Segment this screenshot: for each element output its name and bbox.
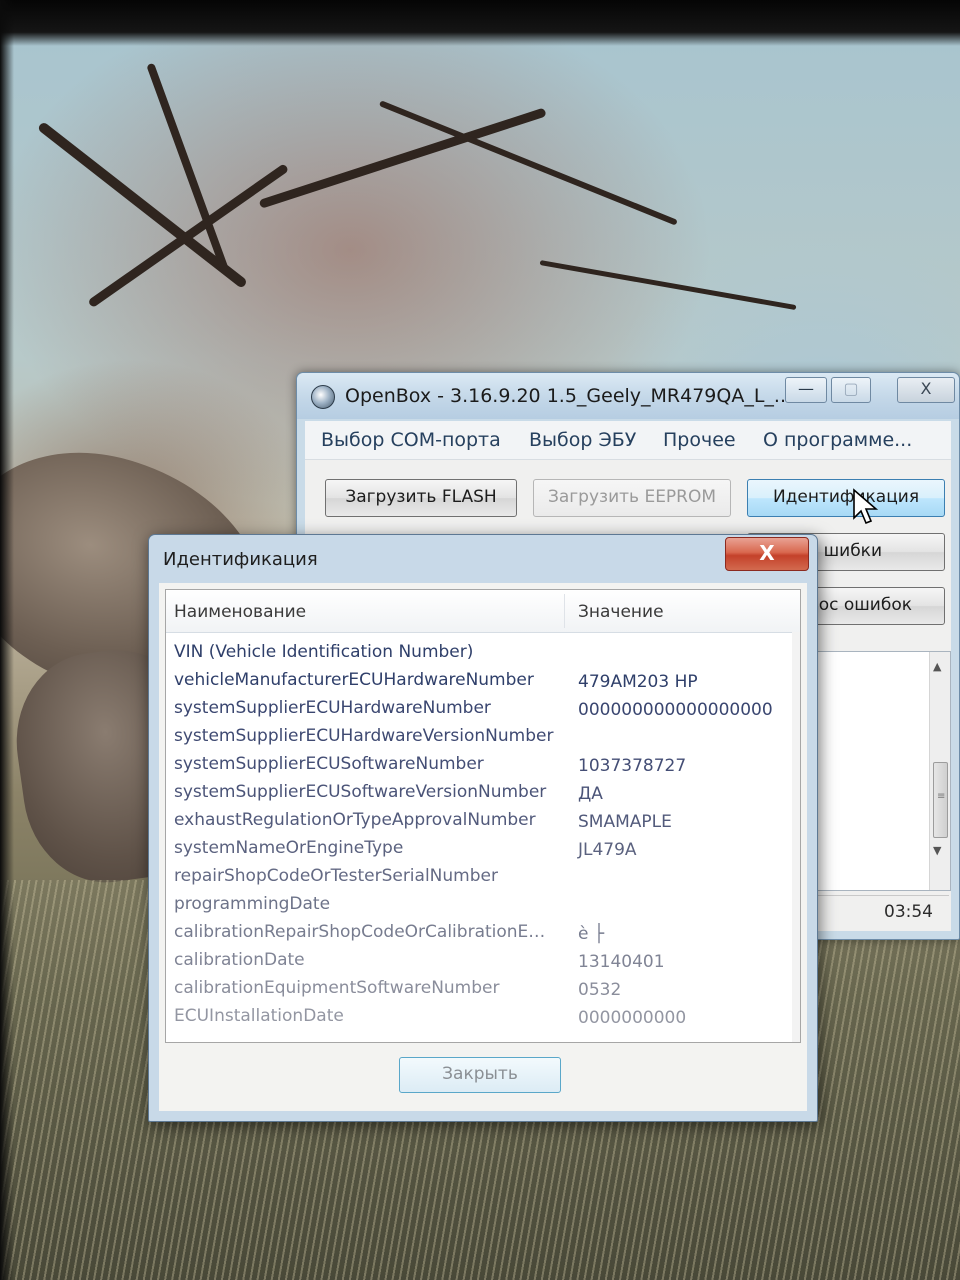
list-item-value: 479AM203 HP: [578, 672, 698, 692]
list-item[interactable]: systemSupplierECUSoftwareNumber 103737872…: [166, 752, 800, 780]
load-flash-button[interactable]: Загрузить FLASH: [325, 479, 517, 517]
load-eeprom-button[interactable]: Загрузить EEPROM: [533, 479, 731, 517]
list-item-name: calibrationDate: [174, 950, 305, 970]
list-item[interactable]: systemSupplierECUHardwareVersionNumber: [166, 724, 800, 752]
list-item-name: systemSupplierECUHardwareVersionNumber: [174, 726, 554, 746]
menu-about[interactable]: О программе...: [763, 429, 912, 451]
openbox-app-icon: [311, 385, 335, 409]
list-item[interactable]: VIN (Vehicle Identification Number): [166, 640, 800, 668]
list-item-value: JL479A: [578, 840, 637, 860]
mouse-cursor-icon: [853, 488, 879, 525]
menu-com-port[interactable]: Выбор COM-порта: [321, 429, 501, 451]
wallpaper-branch: [539, 260, 797, 311]
list-item-name: exhaustRegulationOrTypeApprovalNumber: [174, 810, 536, 830]
list-item-value: 0000000000: [578, 1008, 687, 1028]
identification-button[interactable]: Идентификация: [747, 479, 945, 517]
list-item[interactable]: calibrationEquipmentSoftwareNumber 0532: [166, 976, 800, 1004]
list-item-name: systemSupplierECUSoftwareNumber: [174, 754, 484, 774]
wallpaper-branch: [258, 107, 547, 209]
log-panel[interactable]: ▲ ≡ ▼: [805, 651, 951, 891]
dialog-close-x-button[interactable]: X: [725, 537, 809, 571]
read-errors-label: шибки: [823, 541, 882, 561]
list-item-name: repairShopCodeOrTesterSerialNumber: [174, 866, 498, 886]
list-item-value: 13140401: [578, 952, 665, 972]
list-item[interactable]: vehicleManufacturerECUHardwareNumber 479A…: [166, 668, 800, 696]
scroll-down-icon[interactable]: ▼: [933, 844, 941, 857]
log-scrollbar[interactable]: ▲ ≡ ▼: [929, 652, 950, 890]
list-scroll-track: [792, 632, 800, 1042]
list-item-name: calibrationRepairShopCodeOrCalibrationEq…: [174, 922, 554, 942]
scroll-up-icon[interactable]: ▲: [933, 660, 941, 673]
list-item-name: programmingDate: [174, 894, 331, 914]
close-dialog-button[interactable]: Закрыть: [399, 1057, 561, 1093]
column-separator[interactable]: [564, 594, 565, 628]
list-item-name: calibrationEquipmentSoftwareNumber: [174, 978, 500, 998]
identification-dialog: Идентификация X Наименование Значение VI…: [148, 534, 818, 1122]
list-item-name: VIN (Vehicle Identification Number): [174, 642, 474, 662]
list-item-value: 0532: [578, 980, 622, 1000]
list-item[interactable]: systemSupplierECUHardwareNumber 000000000…: [166, 696, 800, 724]
identification-list[interactable]: Наименование Значение VIN (Vehicle Ident…: [165, 589, 801, 1043]
list-item-name: vehicleManufacturerECUHardwareNumber: [174, 670, 534, 690]
list-item[interactable]: ECUInstallationDate 0000000000: [166, 1004, 800, 1032]
list-header: Наименование Значение: [166, 590, 800, 633]
list-item-value: 000000000000000000: [578, 700, 773, 720]
list-item-value: 1037378727: [578, 756, 687, 776]
scroll-grip-icon: ≡: [937, 791, 946, 802]
list-item-name: systemSupplierECUHardwareNumber: [174, 698, 491, 718]
list-item-name: systemSupplierECUSoftwareVersionNumber: [174, 782, 547, 802]
status-time: 03:54: [884, 902, 933, 922]
main-window-title: OpenBox - 3.16.9.20 1.5_Geely_MR479QA_L_…: [345, 385, 793, 407]
menu-other[interactable]: Прочее: [663, 429, 736, 451]
close-window-button[interactable]: X: [897, 377, 955, 403]
scroll-thumb[interactable]: ≡: [933, 762, 948, 838]
main-window-titlebar[interactable]: OpenBox - 3.16.9.20 1.5_Geely_MR479QA_L_…: [297, 373, 959, 419]
list-item-value: SMAMAPLE: [578, 812, 672, 832]
list-item[interactable]: repairShopCodeOrTesterSerialNumber: [166, 864, 800, 892]
column-header-name[interactable]: Наименование: [174, 602, 306, 622]
list-item[interactable]: calibrationDate 13140401: [166, 948, 800, 976]
list-item[interactable]: systemSupplierECUSoftwareVersionNumber ДА: [166, 780, 800, 808]
maximize-button[interactable]: ▢: [831, 377, 871, 403]
menu-select-ecu[interactable]: Выбор ЭБУ: [529, 429, 636, 451]
list-item-name: systemNameOrEngineType: [174, 838, 404, 858]
minimize-button[interactable]: —: [785, 377, 827, 403]
menu-bar: Выбор COM-порта Выбор ЭБУ Прочее О прогр…: [305, 421, 951, 460]
list-item-value: è ├: [578, 924, 605, 944]
list-item-name: ECUInstallationDate: [174, 1006, 344, 1026]
list-item[interactable]: calibrationRepairShopCodeOrCalibrationEq…: [166, 920, 800, 948]
monitor-bezel: [0, 0, 960, 46]
list-item-value: ДА: [578, 784, 603, 804]
dialog-title: Идентификация: [163, 549, 318, 570]
list-item[interactable]: systemNameOrEngineType JL479A: [166, 836, 800, 864]
list-item[interactable]: programmingDate: [166, 892, 800, 920]
list-item[interactable]: exhaustRegulationOrTypeApprovalNumber SMA…: [166, 808, 800, 836]
dialog-client: Наименование Значение VIN (Vehicle Ident…: [159, 583, 807, 1111]
reset-errors-label: ос ошибок: [818, 595, 912, 615]
monitor-bezel-left: [0, 0, 14, 1280]
column-header-value[interactable]: Значение: [578, 602, 664, 622]
status-bar: 03:54: [805, 895, 949, 928]
